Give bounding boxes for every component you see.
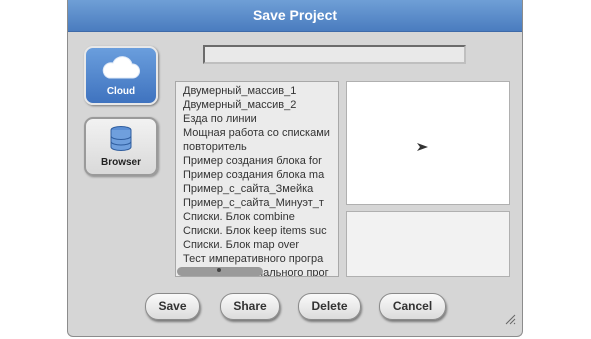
- project-list-item[interactable]: повторитель: [183, 140, 338, 154]
- project-list-item[interactable]: Двумерный_массив_1: [183, 84, 338, 98]
- save-button[interactable]: Save: [145, 293, 200, 320]
- project-list-item[interactable]: Списки. Блок map over: [183, 238, 338, 252]
- cloud-icon: [101, 54, 141, 85]
- project-list[interactable]: Двумерный_массив_1 Двумерный_массив_2 Езда…: [175, 81, 339, 277]
- horizontal-scrollbar[interactable]: [177, 267, 263, 276]
- save-project-dialog: Save Project Cloud Browser Двумерный_мас…: [67, 0, 523, 337]
- browser-source-label: Browser: [100, 157, 141, 168]
- project-name-input[interactable]: [203, 45, 466, 64]
- browser-source-button[interactable]: Browser: [84, 117, 158, 176]
- project-thumbnail: [346, 81, 510, 205]
- database-icon: [108, 125, 134, 156]
- resize-grip-icon[interactable]: [504, 312, 516, 330]
- cloud-source-label: Cloud: [106, 86, 136, 97]
- project-list-item[interactable]: Пример создания блока ma: [183, 168, 338, 182]
- project-list-item[interactable]: Езда по линии: [183, 112, 338, 126]
- project-list-item[interactable]: Мощная работа со списками: [183, 126, 338, 140]
- delete-button[interactable]: Delete: [298, 293, 361, 320]
- project-notes-field[interactable]: [346, 211, 510, 277]
- project-list-item[interactable]: Списки. Блок combine: [183, 210, 338, 224]
- project-list-item[interactable]: Пример_с_сайта_Змейка: [183, 182, 338, 196]
- project-list-item[interactable]: Двумерный_массив_2: [183, 98, 338, 112]
- share-button[interactable]: Share: [220, 293, 280, 320]
- cancel-button[interactable]: Cancel: [379, 293, 446, 320]
- dialog-title[interactable]: Save Project: [68, 0, 522, 32]
- project-list-item[interactable]: Пример создания блока for: [183, 154, 338, 168]
- cloud-source-button[interactable]: Cloud: [84, 46, 158, 105]
- project-list-item[interactable]: Списки. Блок keep items suc: [183, 224, 338, 238]
- project-list-item[interactable]: Пример_с_сайта_Минуэт_т: [183, 196, 338, 210]
- scrollbar-thumb[interactable]: [217, 268, 221, 272]
- project-list-item[interactable]: Тест императивного програ: [183, 252, 338, 266]
- sprite-arrow-icon: [417, 138, 429, 156]
